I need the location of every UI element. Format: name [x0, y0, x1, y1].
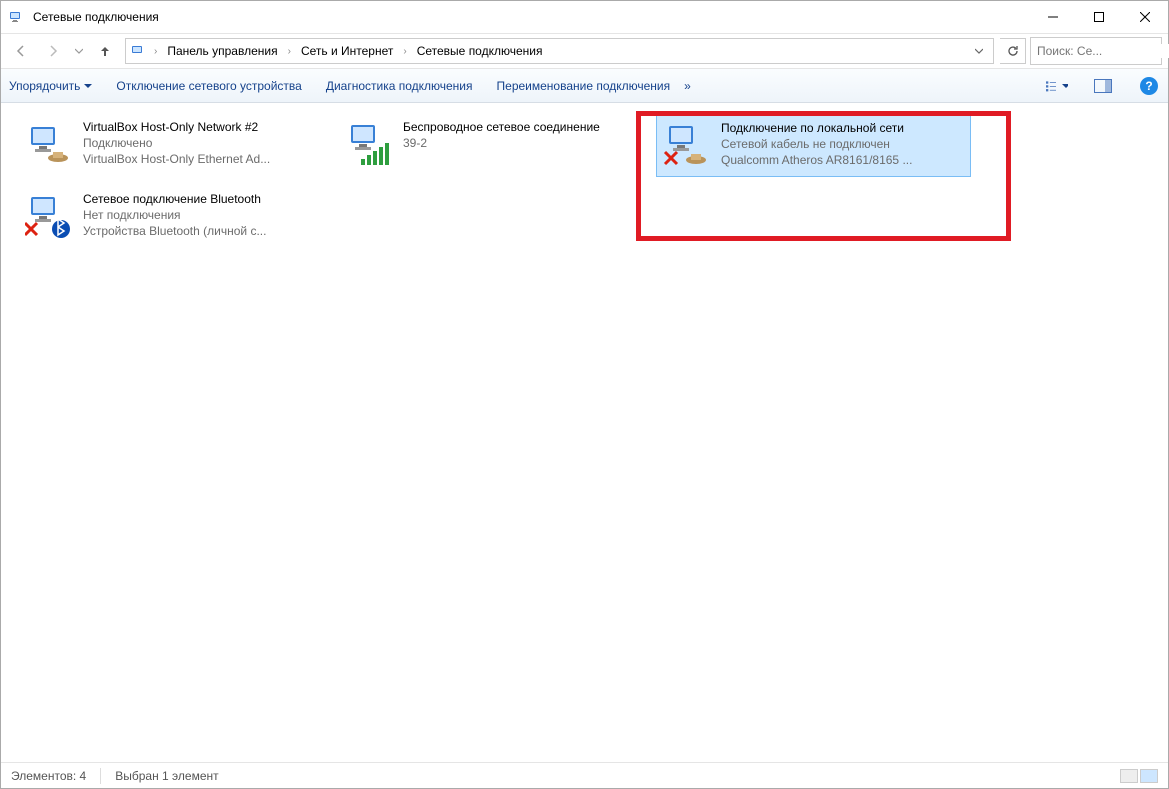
window-title: Сетевые подключения: [33, 10, 1030, 24]
chevron-right-icon: ›: [150, 46, 161, 57]
breadcrumb-dropdown[interactable]: [969, 39, 989, 63]
search-box[interactable]: [1030, 37, 1162, 65]
connection-text: Беспроводное сетевое соединение 39-2: [403, 119, 600, 171]
preview-pane-button[interactable]: [1092, 75, 1114, 97]
connection-status: Нет подключения: [83, 207, 266, 223]
window-controls: [1030, 1, 1168, 33]
view-options-button[interactable]: [1046, 75, 1068, 97]
view-mode-buttons[interactable]: [1120, 769, 1158, 783]
back-button[interactable]: [7, 38, 35, 64]
connection-device: Устройства Bluetooth (личной с...: [83, 223, 266, 239]
connection-item[interactable]: Беспроводное сетевое соединение 39-2: [339, 115, 639, 175]
connection-name: Подключение по локальной сети: [721, 120, 912, 136]
maximize-button[interactable]: [1076, 1, 1122, 33]
breadcrumb-icon: [130, 42, 148, 60]
up-button[interactable]: [91, 38, 119, 64]
breadcrumb[interactable]: › Панель управления › Сеть и Интернет › …: [125, 38, 994, 64]
chevron-down-icon: [84, 82, 92, 90]
search-input[interactable]: [1037, 44, 1169, 58]
rename-button[interactable]: Переименование подключения: [497, 79, 671, 93]
toolbar-overflow[interactable]: »: [684, 79, 691, 93]
tiles-view-icon[interactable]: [1140, 769, 1158, 783]
connection-item-selected[interactable]: Подключение по локальной сети Сетевой ка…: [656, 115, 971, 177]
help-button[interactable]: ?: [1138, 75, 1160, 97]
selection-count: Выбран 1 элемент: [115, 769, 218, 783]
connection-device: VirtualBox Host-Only Ethernet Ad...: [83, 151, 270, 167]
details-view-icon[interactable]: [1120, 769, 1138, 783]
refresh-button[interactable]: [1000, 38, 1026, 64]
chevron-down-icon: [1062, 82, 1068, 90]
help-icon: ?: [1140, 77, 1158, 95]
connection-text: VirtualBox Host-Only Network #2 Подключе…: [83, 119, 270, 171]
content-area[interactable]: VirtualBox Host-Only Network #2 Подключе…: [1, 103, 1168, 762]
chevron-right-icon: ›: [284, 46, 295, 57]
connection-status: 39-2: [403, 135, 600, 151]
recent-locations-button[interactable]: [71, 38, 87, 64]
connection-text: Подключение по локальной сети Сетевой ка…: [721, 120, 912, 172]
connection-status: Подключено: [83, 135, 270, 151]
status-bar: Элементов: 4 Выбран 1 элемент: [1, 762, 1168, 788]
connection-name: VirtualBox Host-Only Network #2: [83, 119, 270, 135]
breadcrumb-item[interactable]: Сеть и Интернет: [297, 44, 397, 58]
minimize-button[interactable]: [1030, 1, 1076, 33]
connection-name: Беспроводное сетевое соединение: [403, 119, 600, 135]
titlebar: Сетевые подключения: [1, 1, 1168, 33]
wifi-icon: [343, 119, 395, 171]
network-icon: [23, 119, 75, 171]
chevron-right-icon: ›: [399, 46, 410, 57]
network-error-icon: [661, 120, 713, 172]
item-count: Элементов: 4: [11, 769, 86, 783]
organize-button[interactable]: Упорядочить: [9, 79, 92, 93]
connection-item[interactable]: VirtualBox Host-Only Network #2 Подключе…: [19, 115, 329, 175]
address-bar: › Панель управления › Сеть и Интернет › …: [1, 33, 1168, 69]
connection-device: Qualcomm Atheros AR8161/8165 ...: [721, 152, 912, 168]
close-button[interactable]: [1122, 1, 1168, 33]
disable-device-button[interactable]: Отключение сетевого устройства: [116, 79, 301, 93]
breadcrumb-item[interactable]: Панель управления: [163, 44, 281, 58]
forward-button[interactable]: [39, 38, 67, 64]
connection-status: Сетевой кабель не подключен: [721, 136, 912, 152]
connection-item[interactable]: Сетевое подключение Bluetooth Нет подклю…: [19, 187, 329, 247]
command-bar: Упорядочить Отключение сетевого устройст…: [1, 69, 1168, 103]
bluetooth-error-icon: [23, 191, 75, 243]
breadcrumb-item[interactable]: Сетевые подключения: [413, 44, 547, 58]
connection-text: Сетевое подключение Bluetooth Нет подклю…: [83, 191, 266, 243]
connection-name: Сетевое подключение Bluetooth: [83, 191, 266, 207]
diagnose-button[interactable]: Диагностика подключения: [326, 79, 473, 93]
app-icon: [9, 9, 25, 25]
